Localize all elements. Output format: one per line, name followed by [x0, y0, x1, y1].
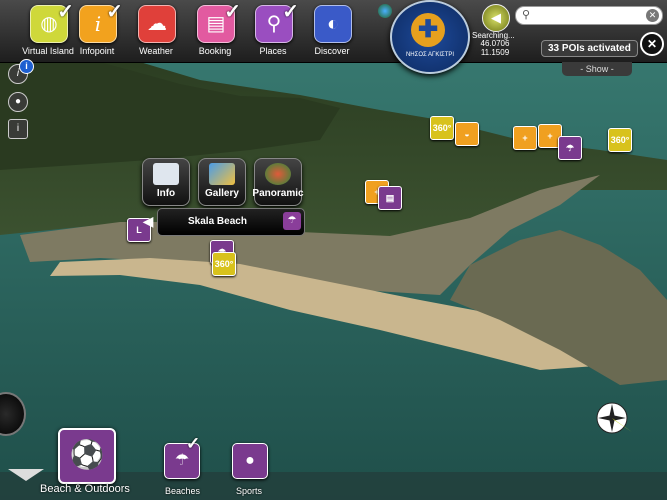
checkmark-icon: ✓ [106, 1, 123, 23]
category-label: Beach & Outdoors [40, 483, 130, 495]
gps-icon: ◀ [482, 4, 510, 32]
beach-umbrella-icon: ☂ [174, 452, 190, 469]
poi-count-badge: 33 POIs activated [541, 40, 638, 57]
poi-title: Skala Beach [188, 216, 247, 227]
document-icon [153, 163, 179, 185]
show-tab[interactable]: - Show - [562, 62, 632, 76]
beach-marker[interactable]: ☂ [558, 136, 582, 160]
helmet-marker[interactable]: ◒ [455, 122, 479, 146]
speaker-icon[interactable]: ◀ [137, 210, 159, 232]
checkmark-icon: ✓ [224, 1, 241, 23]
search-box[interactable]: ⚲ ✕ [515, 6, 663, 25]
close-icon[interactable]: ✕ [640, 32, 664, 56]
popup-info-button[interactable]: Info [142, 158, 190, 206]
globe-icon[interactable] [378, 4, 392, 18]
popup-button-label: Gallery [205, 188, 239, 199]
chat-bubble-icon[interactable]: ● [8, 92, 28, 112]
volleyball-icon: ● [245, 452, 255, 469]
category-beach-outdoors-button[interactable]: ⚽ [58, 428, 116, 484]
info-badge-icon: i [19, 59, 34, 74]
search-icon: ⚲ [522, 9, 531, 21]
panoramic-icon [265, 163, 291, 185]
checkmark-icon: ✓ [186, 434, 201, 453]
popup-button-label: Panoramic [252, 188, 304, 199]
panoramic-marker[interactable]: 360° [212, 252, 236, 276]
nav-label: Discover [314, 46, 350, 56]
panoramic-marker[interactable]: 360° [608, 128, 632, 152]
popup-panoramic-button[interactable]: Panoramic [252, 158, 304, 206]
poi-title-bar[interactable]: Skala Beach ☂ [157, 208, 305, 236]
runner-icon: ⚽ [69, 439, 105, 470]
booking-marker[interactable]: ▤ [378, 186, 402, 210]
gallery-icon [209, 163, 235, 185]
weather-icon: ☁ [138, 5, 176, 43]
discover-icon: ◐ [314, 5, 352, 43]
longitude: 11.1509 [480, 48, 510, 57]
gps-coordinates: 46.0706 11.1509 [478, 39, 512, 57]
subcategory-sports-button[interactable]: ● [232, 443, 268, 479]
logo-caption: ΝΗΣΟΣ ΑΓΚΙΣΤΡΙ [405, 52, 455, 58]
panoramic-marker[interactable]: 360° [430, 116, 454, 140]
subcategory-label: Beaches [165, 486, 201, 496]
drawer-toggle-icon[interactable] [8, 469, 44, 481]
beach-umbrella-icon: ☂ [283, 212, 301, 230]
subcategory-label: Sports [236, 486, 263, 496]
clear-search-icon[interactable]: ✕ [646, 9, 659, 22]
info-marker[interactable]: + [513, 126, 537, 150]
popup-button-label: Info [156, 188, 176, 199]
search-input[interactable] [536, 8, 640, 23]
checkmark-icon: ✓ [282, 1, 299, 23]
popup-gallery-button[interactable]: Gallery [198, 158, 246, 206]
latitude: 46.0706 [480, 39, 510, 48]
nav-discover[interactable]: ◐ Discover [300, 3, 364, 61]
info-box-icon[interactable]: i [8, 119, 28, 139]
cross-emblem-icon: ✚ [411, 13, 445, 47]
island-logo[interactable]: ✚ ΝΗΣΟΣ ΑΓΚΙΣΤΡΙ [390, 0, 470, 74]
compass-icon[interactable] [592, 398, 632, 438]
